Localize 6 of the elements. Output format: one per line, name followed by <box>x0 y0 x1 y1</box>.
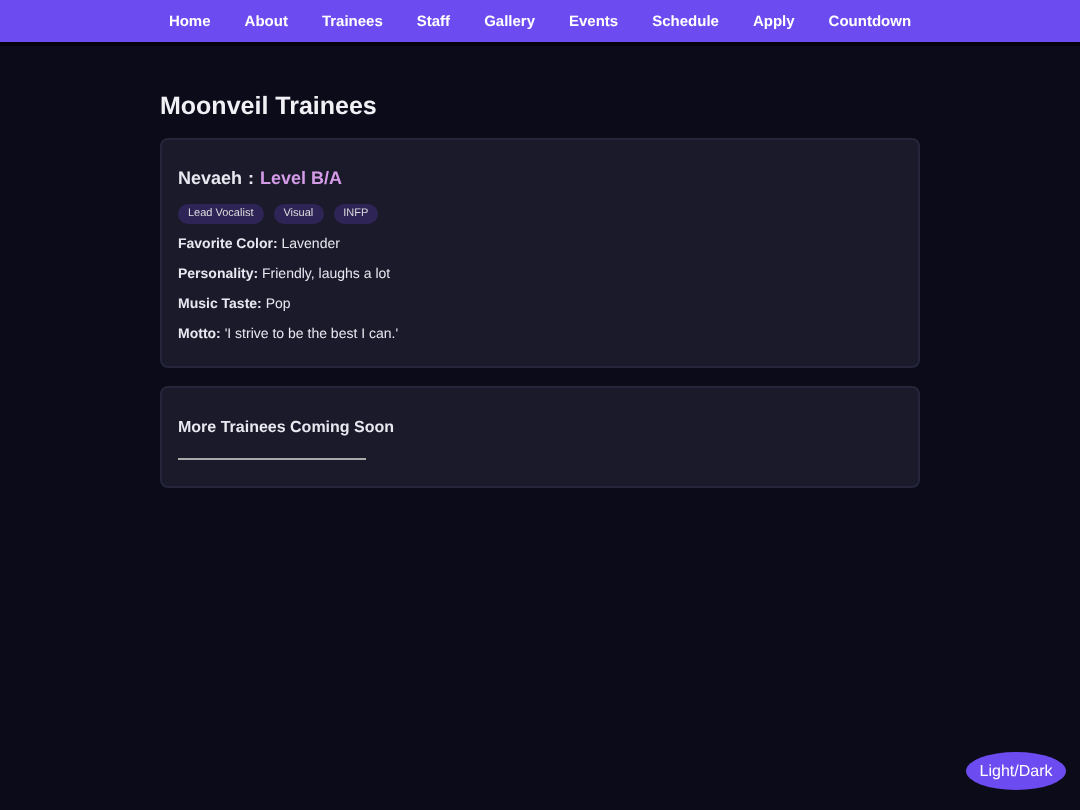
trainee-name: Nevaeh <box>178 168 243 188</box>
theme-toggle-button[interactable]: Light/Dark <box>966 752 1066 790</box>
page-title: Moonveil Trainees <box>160 92 379 120</box>
separator: : <box>248 168 255 188</box>
coming-soon-title: More Trainees Coming Soon <box>178 418 397 436</box>
trainee-level: Level B/A <box>260 168 343 188</box>
